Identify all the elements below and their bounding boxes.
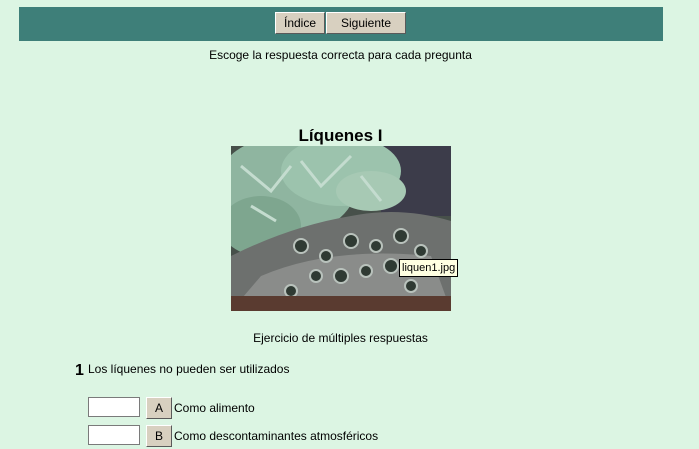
answer-button-b[interactable]: B: [146, 425, 172, 447]
answer-button-a[interactable]: A: [146, 397, 172, 419]
answer-row: B Como descontaminantes atmosféricos: [88, 425, 488, 449]
answer-input-a[interactable]: [88, 397, 140, 417]
lichen-photo: [231, 146, 451, 311]
answer-input-b[interactable]: [88, 425, 140, 445]
exercise-subtitle: Ejercicio de múltiples respuestas: [253, 331, 428, 345]
nav-bar: Índice Siguiente: [19, 7, 663, 41]
instructions-text: Escoge la respuesta correcta para cada p…: [209, 48, 472, 62]
question-text: Los líquenes no pueden ser utilizados: [88, 362, 290, 376]
image-tooltip: liquen1.jpg: [399, 259, 459, 277]
next-button[interactable]: Siguiente: [326, 12, 406, 34]
answer-text-a: Como alimento: [174, 401, 255, 415]
answer-text-b: Como descontaminantes atmosféricos: [174, 429, 379, 443]
question-number: 1: [75, 362, 84, 379]
index-button[interactable]: Índice: [275, 12, 325, 34]
lichen-image: [231, 146, 451, 311]
answer-row: A Como alimento: [88, 397, 488, 421]
quiz-title: Líquenes I: [298, 126, 383, 145]
